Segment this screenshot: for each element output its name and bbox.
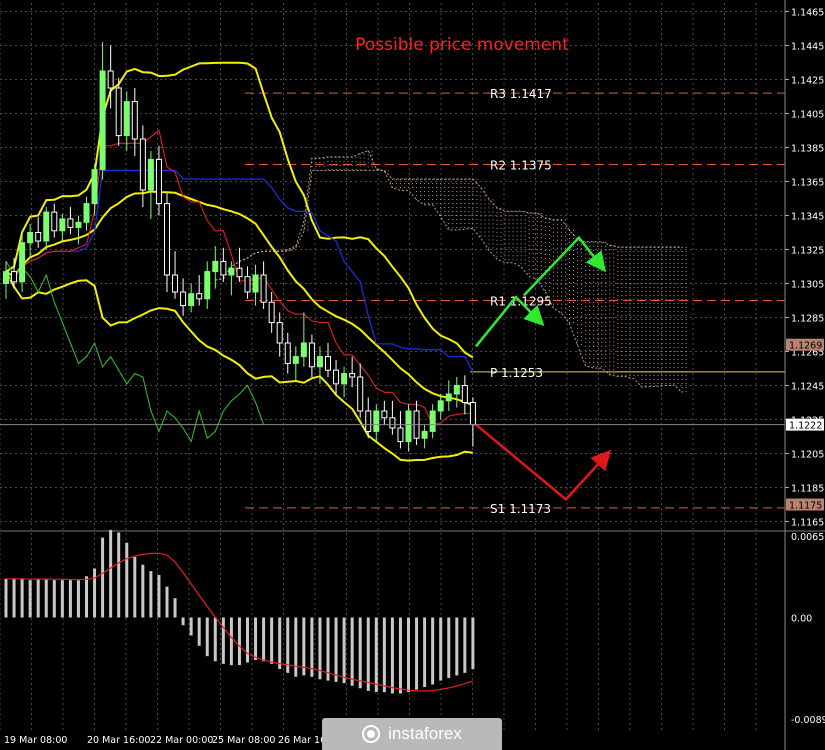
pivot-levels: R3 1.1417R2 1.1375R1 1.1295P 1.1253S1 1.… (245, 87, 785, 516)
candle-body (107, 70, 114, 89)
candle-body (284, 342, 291, 364)
candle-body (381, 410, 388, 419)
candle-body (220, 260, 227, 276)
price-tick-label: 1.1425 (791, 76, 824, 87)
candle-body (268, 301, 275, 324)
price-tick-label: 1.1405 (791, 110, 824, 121)
candle-body (75, 221, 82, 228)
candle-body (453, 385, 460, 395)
oscillator-panel (0, 529, 825, 694)
candle-body (445, 393, 452, 402)
price-tick-label: 1.1365 (791, 178, 824, 189)
candle-body (164, 203, 170, 276)
candle-body (35, 232, 42, 242)
candle-body (405, 410, 412, 443)
price-tick-label: 1.1205 (791, 450, 824, 461)
candle-body (11, 271, 18, 283)
bollinger-upper (5, 61, 474, 359)
candle-body (349, 373, 356, 378)
candle-body (83, 203, 90, 223)
time-axis-label: 22 Mar 00:00 (150, 735, 213, 746)
candle-body (19, 242, 26, 283)
candle-body (204, 271, 211, 300)
oscillator-scale-label: 0.00 (791, 613, 812, 624)
candle-body (115, 87, 122, 137)
time-axis-label: 20 Mar 16:00 (87, 735, 150, 746)
price-tick-label: 1.1165 (791, 518, 824, 529)
price-tag-r: 1.1269 (789, 341, 822, 352)
price-tick-label: 1.1245 (791, 382, 824, 393)
candle-body (99, 70, 106, 171)
instaforex-watermark: instaforex (322, 718, 502, 750)
price-tick-label: 1.1325 (791, 246, 824, 257)
candle-body (155, 158, 162, 205)
candle-body (276, 322, 283, 344)
candle-body (300, 342, 307, 358)
price-tick-label: 1.1385 (791, 144, 824, 155)
price-chart: R3 1.1417R2 1.1375R1 1.1295P 1.1253S1 1.… (0, 0, 825, 750)
senkou-span-b (215, 169, 683, 281)
candle-body (51, 211, 58, 232)
price-tick-label: 1.1445 (791, 42, 824, 53)
candle-body (397, 427, 404, 443)
candle-body (3, 271, 9, 285)
candle-body (325, 356, 331, 371)
oscillator-scale-label: -0.00897 (791, 715, 825, 726)
candle-body (389, 417, 396, 429)
candle-body (27, 232, 34, 244)
instaforex-logo-icon (362, 725, 381, 743)
candle-body (236, 267, 243, 278)
candle-body (188, 293, 195, 307)
candle-body (260, 274, 267, 303)
candlesticks (3, 42, 476, 452)
candle-body (43, 211, 50, 242)
price-tick-label: 1.1185 (791, 484, 824, 495)
arrow-down-path (475, 423, 612, 502)
price-tick-label: 1.1285 (791, 314, 824, 325)
candle-body (139, 138, 146, 191)
level-label-r2: R2 1.1375 (490, 159, 552, 173)
chikou-span (5, 261, 265, 444)
candle-body (333, 369, 340, 385)
price-tag-s: 1.1175 (789, 501, 822, 512)
level-label-s1: S1 1.1173 (490, 502, 551, 516)
price-tick-label: 1.1465 (791, 8, 824, 19)
candle-body (292, 356, 299, 364)
candle-body (67, 218, 74, 228)
candle-body (461, 385, 468, 403)
candle-body (437, 400, 444, 412)
candle-body (147, 158, 154, 191)
time-axis-label: 19 Mar 08:00 (4, 735, 67, 746)
price-tag-current: 1.1222 (789, 421, 822, 432)
candle-body (341, 373, 348, 385)
arrow-up-path-2 (522, 235, 606, 297)
candle-body (244, 276, 251, 293)
candle-body (357, 376, 364, 412)
candle-body (172, 274, 179, 293)
watermark-text: instaforex (388, 724, 462, 743)
candle-body (91, 169, 98, 205)
price-tick-label: 1.1345 (791, 212, 824, 223)
candle-body (196, 293, 203, 300)
candle-body (180, 291, 187, 307)
candle-body (59, 218, 66, 232)
candle-body (123, 101, 130, 137)
level-label-r3: R3 1.1417 (490, 87, 552, 101)
candle-body (429, 410, 436, 432)
candle-body (228, 267, 235, 276)
price-tick-label: 1.1305 (791, 280, 824, 291)
candle-body (212, 260, 219, 273)
level-label-p: P 1.1253 (490, 366, 543, 380)
oscillator-scale-label: 0.00656 (791, 532, 825, 543)
candle-body (316, 356, 323, 368)
candle-body (421, 430, 428, 439)
candle-body (365, 410, 372, 432)
chart-title: Possible price movement (355, 35, 569, 55)
time-axis-label: 25 Mar 08:00 (212, 735, 275, 746)
candle-body (252, 274, 259, 293)
candle-body (469, 402, 476, 426)
candle-body (308, 342, 315, 368)
candle-body (373, 410, 380, 432)
candle-body (131, 101, 138, 140)
